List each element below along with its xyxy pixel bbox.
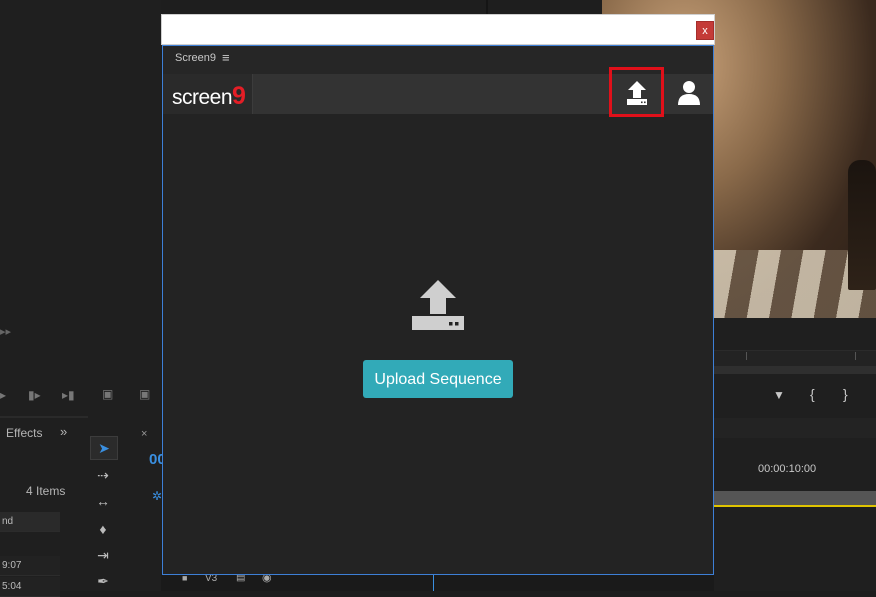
track-select-tool-icon[interactable]: ⇢ (90, 464, 116, 486)
playhead[interactable] (433, 575, 434, 591)
overwrite-icon[interactable]: ▣ (139, 387, 150, 401)
list-item[interactable]: 9:07 (0, 556, 60, 576)
logo-text: screen (172, 86, 233, 109)
monitor-scrollbar[interactable] (714, 366, 876, 374)
ruler-tick (746, 352, 747, 360)
timeline-ruler-timecode: 00:00:10:00 (758, 463, 817, 475)
slip-tool-icon[interactable]: ⇥ (90, 544, 116, 566)
panel-divider (486, 0, 488, 14)
list-column-header[interactable]: nd (0, 512, 60, 532)
go-to-out-icon[interactable]: ▸▮ (62, 388, 75, 402)
transport-shuttle-icon[interactable]: ▸▸ (0, 325, 11, 338)
step-forward-icon[interactable]: ▮▸ (28, 388, 41, 402)
premiere-left-panel (0, 0, 161, 591)
user-icon[interactable] (676, 80, 702, 106)
ripple-edit-tool-icon[interactable]: ↔ (90, 490, 116, 512)
items-count: 4 Items (26, 484, 66, 498)
timeline-header (714, 418, 876, 438)
panel-tab-screen9[interactable]: Screen9 (175, 52, 216, 64)
snap-icon[interactable]: ✲ (152, 489, 162, 503)
timeline-render-bar (714, 505, 876, 507)
tab-effects[interactable]: Effects (6, 426, 42, 440)
upload-icon (410, 278, 466, 332)
ruler-tick (855, 352, 856, 360)
divider (0, 416, 88, 418)
mark-out-icon[interactable]: } (843, 386, 848, 402)
chess-piece-image (848, 160, 876, 290)
monitor-ruler[interactable] (714, 350, 876, 367)
selection-tool-icon[interactable]: ➤ (90, 436, 118, 460)
close-button[interactable]: x (696, 21, 714, 40)
razor-tool-icon[interactable]: ♦ (90, 518, 116, 540)
pen-tool-icon[interactable]: ✒ (90, 570, 116, 592)
logo-digit: 9 (232, 82, 246, 110)
timeline-work-area-bar[interactable] (714, 491, 876, 505)
play-icon[interactable]: ▸ (0, 388, 6, 402)
premiere-top-area (161, 0, 602, 14)
hamburger-menu-icon[interactable]: ≡ (222, 50, 230, 65)
panel-overflow-icon[interactable]: » (60, 424, 67, 439)
upload-sequence-button[interactable]: Upload Sequence (363, 360, 513, 398)
screen9-logo: screen9 (172, 82, 246, 111)
dialog-titlebar[interactable] (161, 14, 715, 45)
add-marker-icon[interactable]: ▼ (773, 388, 785, 402)
mark-in-icon[interactable]: { (810, 386, 815, 402)
close-tab-icon[interactable]: × (141, 428, 147, 440)
list-item[interactable]: 5:04 (0, 577, 60, 597)
insert-icon[interactable]: ▣ (102, 387, 113, 401)
highlight-box (609, 67, 664, 117)
